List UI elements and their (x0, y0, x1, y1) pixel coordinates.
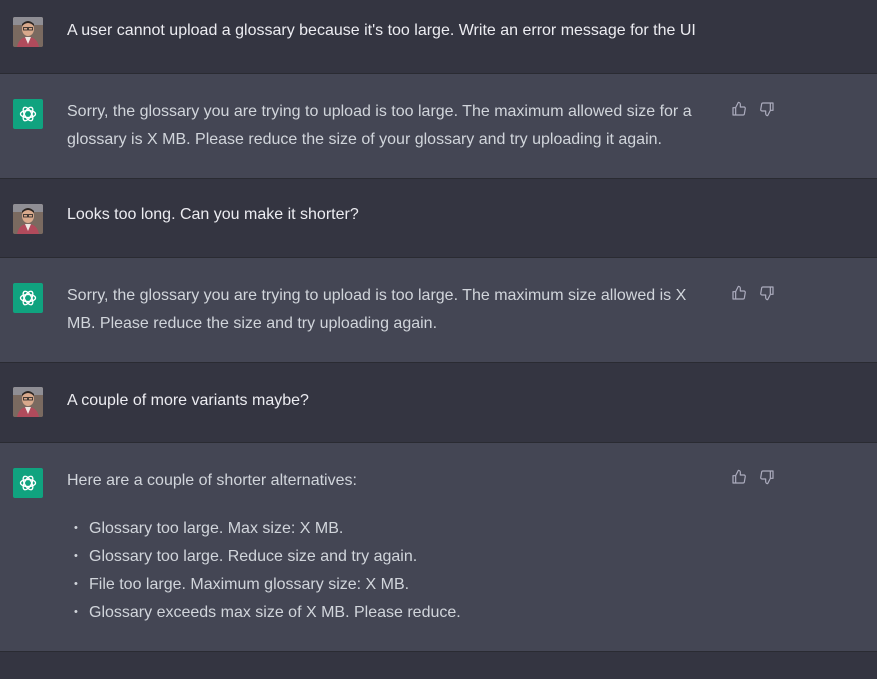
openai-logo-icon (19, 106, 37, 122)
openai-logo-icon (19, 290, 37, 306)
message-body: Here are a couple of shorter alternative… (67, 467, 717, 627)
thumbs-down-icon[interactable] (759, 101, 775, 117)
list-item: Glossary too large. Reduce size and try … (74, 542, 717, 571)
user-message: A user cannot upload a glossary because … (0, 0, 877, 74)
message-text: A user cannot upload a glossary because … (67, 22, 696, 39)
thumbs-down-icon[interactable] (759, 469, 775, 485)
user-avatar (13, 17, 43, 47)
assistant-message: Sorry, the glossary you are trying to up… (0, 74, 877, 179)
user-avatar (13, 204, 43, 234)
feedback-actions (731, 469, 775, 485)
assistant-avatar (13, 283, 43, 313)
user-message: A couple of more variants maybe? (0, 363, 877, 443)
user-avatar-photo (13, 204, 43, 234)
message-text: Here are a couple of shorter alternative… (67, 472, 357, 489)
user-avatar-photo (13, 387, 43, 417)
assistant-message: Sorry, the glossary you are trying to up… (0, 258, 877, 363)
feedback-actions (731, 285, 775, 301)
user-avatar (13, 387, 43, 417)
thumbs-up-icon[interactable] (731, 469, 747, 485)
thumbs-up-icon[interactable] (731, 285, 747, 301)
assistant-avatar (13, 99, 43, 129)
message-text: Sorry, the glossary you are trying to up… (67, 287, 687, 332)
feedback-actions (731, 101, 775, 117)
thumbs-down-icon[interactable] (759, 285, 775, 301)
message-text: Looks too long. Can you make it shorter? (67, 206, 359, 223)
assistant-avatar (13, 468, 43, 498)
user-message: Looks too long. Can you make it shorter? (0, 179, 877, 258)
thumbs-up-icon[interactable] (731, 101, 747, 117)
user-avatar-photo (13, 17, 43, 47)
list-item: File too large. Maximum glossary size: X… (74, 570, 717, 599)
list-item: Glossary exceeds max size of X MB. Pleas… (74, 598, 717, 627)
message-text: A couple of more variants maybe? (67, 392, 309, 409)
openai-logo-icon (19, 475, 37, 491)
list-item: Glossary too large. Max size: X MB. (74, 514, 717, 543)
message-text: Sorry, the glossary you are trying to up… (67, 103, 692, 148)
alternatives-list: Glossary too large. Max size: X MB. Glos… (67, 514, 717, 627)
